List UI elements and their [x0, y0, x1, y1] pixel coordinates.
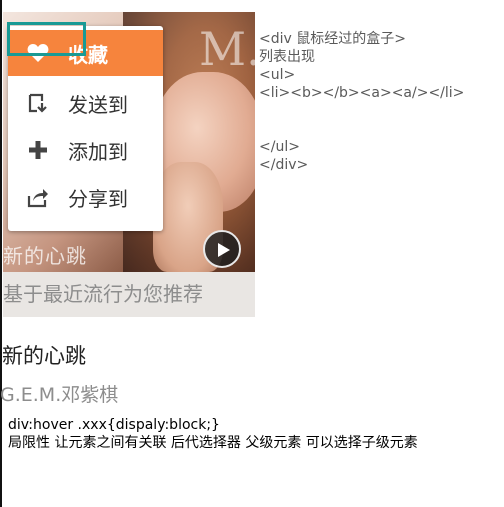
hover-dropdown-menu: 收藏 发送到 添加到 分享到	[8, 26, 163, 231]
note-line: div:hover .xxx{dispaly:block;}	[8, 417, 220, 433]
notes: div:hover .xxx{dispaly:block;} 局限性 让元素之间…	[8, 416, 418, 452]
menu-item-add-to[interactable]: 添加到	[8, 127, 163, 173]
plus-icon	[29, 141, 47, 159]
menu-item-label: 分享到	[68, 186, 128, 211]
play-button[interactable]	[203, 230, 241, 268]
menu-item-send-to[interactable]: 发送到	[8, 80, 163, 126]
code-line: ​	[259, 102, 464, 120]
play-icon	[218, 243, 230, 257]
code-line: ​	[259, 120, 464, 138]
menu-item-label: 发送到	[68, 92, 128, 117]
menu-item-label: 添加到	[68, 139, 128, 164]
note-line: 局限性 让元素之间有关联 后代选择器 父级元素 可以选择子级元素	[8, 435, 418, 451]
cover-letter: M.	[199, 22, 255, 76]
annotation-highlight-box	[7, 22, 86, 56]
code-line: </ul>	[259, 139, 300, 155]
recommend-text: 基于最近流行为您推荐	[3, 282, 203, 306]
send-to-icon	[28, 93, 47, 113]
code-line: </div>	[259, 157, 309, 173]
code-line: <div 鼠标经过的盒子>	[259, 31, 406, 47]
code-line: <ul>	[259, 67, 296, 83]
menu-item-share-to[interactable]: 分享到	[8, 174, 163, 220]
share-icon	[27, 189, 48, 208]
code-line: <li><b></b><a><a/></li>	[259, 85, 465, 101]
window-border	[0, 0, 2, 507]
cover-logo: 新的心跳	[3, 244, 87, 268]
code-snippet: <div 鼠标经过的盒子> 列表出现 <ul> <li><b></b><a><a…	[259, 30, 464, 174]
song-title[interactable]: 新的心跳	[2, 340, 86, 370]
song-artist[interactable]: G.E.M.邓紫棋	[0, 380, 118, 407]
code-line: 列表出现	[259, 49, 315, 65]
